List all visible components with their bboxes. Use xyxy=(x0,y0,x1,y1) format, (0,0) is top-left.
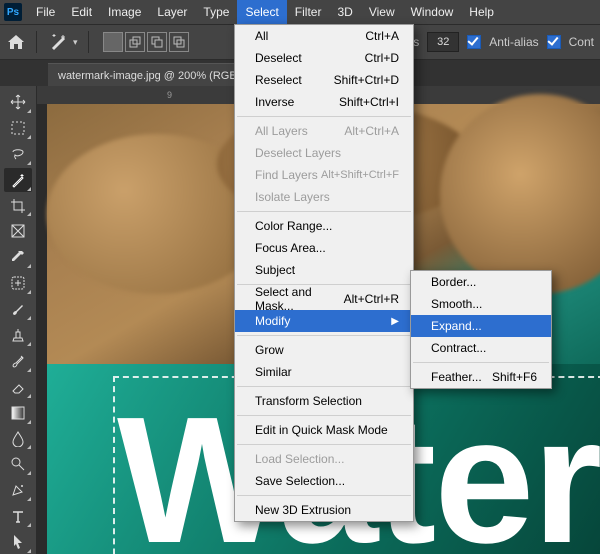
menu-edit[interactable]: Edit xyxy=(63,0,100,24)
clone-stamp-tool-icon[interactable] xyxy=(4,323,32,347)
magic-wand-tool-icon[interactable] xyxy=(4,168,32,192)
selection-new-icon[interactable] xyxy=(103,32,123,52)
image-content xyxy=(440,94,600,294)
submenu-arrow-icon: ▶ xyxy=(391,316,399,327)
marquee-tool-icon[interactable] xyxy=(4,116,32,140)
contiguous-checkbox[interactable] xyxy=(547,35,561,49)
eyedropper-tool-icon[interactable] xyxy=(4,245,32,269)
menu-item-similar[interactable]: Similar xyxy=(235,361,413,383)
menu-item-focus-area[interactable]: Focus Area... xyxy=(235,237,413,259)
antialias-label: Anti-alias xyxy=(489,35,538,49)
menu-item-new-3d-extrusion[interactable]: New 3D Extrusion xyxy=(235,499,413,521)
menu-separator xyxy=(237,116,411,117)
menubar: Ps File Edit Image Layer Type Select Fil… xyxy=(0,0,600,24)
menu-separator xyxy=(237,211,411,212)
menu-separator xyxy=(237,495,411,496)
submenu-item-smooth[interactable]: Smooth... xyxy=(411,293,551,315)
contiguous-label: Cont xyxy=(569,35,594,49)
menu-item-load-selection: Load Selection... xyxy=(235,448,413,470)
separator xyxy=(36,31,37,53)
antialias-checkbox[interactable] xyxy=(467,35,481,49)
app-logo: Ps xyxy=(4,3,22,21)
menu-image[interactable]: Image xyxy=(100,0,149,24)
home-icon[interactable] xyxy=(6,32,26,52)
history-brush-tool-icon[interactable] xyxy=(4,349,32,373)
menu-3d[interactable]: 3D xyxy=(329,0,360,24)
move-tool-icon[interactable] xyxy=(4,90,32,114)
submenu-item-feather[interactable]: Feather...Shift+F6 xyxy=(411,366,551,388)
menu-item-transform-selection[interactable]: Transform Selection xyxy=(235,390,413,412)
menu-item-save-selection[interactable]: Save Selection... xyxy=(235,470,413,492)
frame-tool-icon[interactable] xyxy=(4,219,32,243)
select-menu-dropdown: AllCtrl+A DeselectCtrl+D ReselectShift+C… xyxy=(234,24,414,522)
menu-item-quick-mask[interactable]: Edit in Quick Mask Mode xyxy=(235,419,413,441)
menu-layer[interactable]: Layer xyxy=(149,0,195,24)
submenu-item-contract[interactable]: Contract... xyxy=(411,337,551,359)
menu-item-color-range[interactable]: Color Range... xyxy=(235,215,413,237)
menu-item-reselect[interactable]: ReselectShift+Ctrl+D xyxy=(235,69,413,91)
selection-subtract-icon[interactable] xyxy=(147,32,167,52)
menu-item-deselect-layers: Deselect Layers xyxy=(235,142,413,164)
pen-tool-icon[interactable] xyxy=(4,478,32,502)
menu-select[interactable]: Select xyxy=(237,0,286,24)
submenu-item-expand[interactable]: Expand... xyxy=(411,315,551,337)
menu-view[interactable]: View xyxy=(361,0,403,24)
menu-separator xyxy=(237,335,411,336)
tools-panel xyxy=(0,86,37,554)
menu-item-subject[interactable]: Subject xyxy=(235,259,413,281)
menu-separator xyxy=(237,444,411,445)
lasso-tool-icon[interactable] xyxy=(4,142,32,166)
selection-intersect-icon[interactable] xyxy=(169,32,189,52)
menu-window[interactable]: Window xyxy=(403,0,462,24)
path-selection-tool-icon[interactable] xyxy=(4,530,32,554)
menu-separator xyxy=(237,386,411,387)
eraser-tool-icon[interactable] xyxy=(4,375,32,399)
dodge-tool-icon[interactable] xyxy=(4,452,32,476)
menu-item-modify[interactable]: Modify▶ xyxy=(235,310,413,332)
selection-add-icon[interactable] xyxy=(125,32,145,52)
crop-tool-icon[interactable] xyxy=(4,194,32,218)
menu-item-select-and-mask[interactable]: Select and Mask...Alt+Ctrl+R xyxy=(235,288,413,310)
tool-preset-icon[interactable] xyxy=(47,30,71,54)
menu-item-find-layers: Find LayersAlt+Shift+Ctrl+F xyxy=(235,164,413,186)
gradient-tool-icon[interactable] xyxy=(4,401,32,425)
menu-item-inverse[interactable]: InverseShift+Ctrl+I xyxy=(235,91,413,113)
type-tool-icon[interactable] xyxy=(4,504,32,528)
menu-file[interactable]: File xyxy=(28,0,63,24)
brush-tool-icon[interactable] xyxy=(4,297,32,321)
submenu-item-border[interactable]: Border... xyxy=(411,271,551,293)
separator xyxy=(88,31,89,53)
menu-separator xyxy=(413,362,549,363)
chevron-down-icon[interactable]: ▾ xyxy=(73,37,78,48)
menu-item-isolate-layers: Isolate Layers xyxy=(235,186,413,208)
menu-type[interactable]: Type xyxy=(195,0,237,24)
menu-item-all-layers: All LayersAlt+Ctrl+A xyxy=(235,120,413,142)
menu-separator xyxy=(237,415,411,416)
healing-brush-tool-icon[interactable] xyxy=(4,271,32,295)
document-tab[interactable]: watermark-image.jpg @ 200% (RGB... xyxy=(48,63,256,88)
menu-item-deselect[interactable]: DeselectCtrl+D xyxy=(235,47,413,69)
menu-item-grow[interactable]: Grow xyxy=(235,339,413,361)
menu-help[interactable]: Help xyxy=(461,0,502,24)
blur-tool-icon[interactable] xyxy=(4,427,32,451)
menu-filter[interactable]: Filter xyxy=(287,0,330,24)
selection-mode-group xyxy=(103,32,189,52)
menu-item-all[interactable]: AllCtrl+A xyxy=(235,25,413,47)
modify-submenu: Border... Smooth... Expand... Contract..… xyxy=(410,270,552,389)
tolerance-input[interactable]: 32 xyxy=(427,32,459,52)
